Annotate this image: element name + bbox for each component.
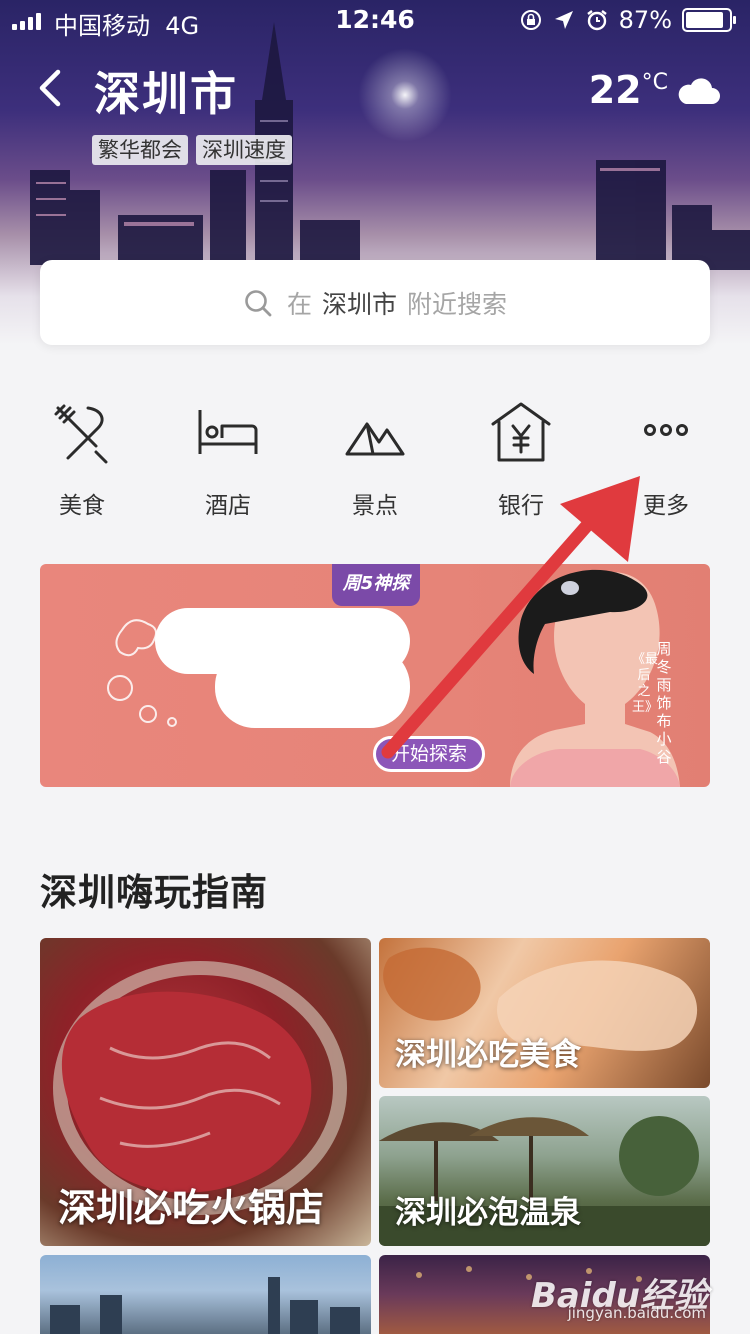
promo-banner[interactable]: 周5神探 开始探索 周冬雨 饰 布小谷 《最后之王》 <box>40 564 710 787</box>
category-more[interactable]: 更多 <box>606 390 726 520</box>
mountain-icon <box>345 422 405 456</box>
city-tag: 繁华都会 <box>92 135 188 165</box>
baidu-watermark-url: jingyan.baidu.com <box>567 1304 706 1322</box>
guide-tile-food[interactable]: 深圳必吃美食 <box>379 938 710 1088</box>
tile-caption: 深圳必吃美食 <box>395 1037 581 1073</box>
fork-knife-icon <box>54 404 108 464</box>
banner-badge: 周5神探 <box>332 564 420 606</box>
status-bar: 中国移动 4G 12:46 87% <box>0 0 750 40</box>
search-prefix: 在 <box>286 289 312 319</box>
search-bar[interactable]: 在 深圳市 附近搜索 <box>40 260 710 345</box>
guide-section-title: 深圳嗨玩指南 <box>40 871 268 914</box>
location-arrow-icon <box>554 11 573 29</box>
category-row: 美食 酒店 景点 银行 更多 <box>0 390 750 520</box>
search-city: 深圳市 <box>321 289 397 319</box>
cloud-icon <box>678 78 720 104</box>
alarm-icon <box>586 10 607 31</box>
category-bank[interactable]: 银行 <box>461 390 581 520</box>
tile-caption: 深圳必吃火锅店 <box>58 1186 325 1230</box>
city-tags: 繁华都会 深圳速度 <box>92 135 292 165</box>
banner-film-title: 《最后之王》 <box>632 652 659 715</box>
bank-icon <box>491 402 551 462</box>
temperature-value: 22 <box>588 68 642 112</box>
guide-tile-hotspring[interactable]: 深圳必泡温泉 <box>379 1096 710 1246</box>
bed-icon <box>198 410 258 454</box>
back-arrow-icon[interactable] <box>30 62 80 114</box>
guide-tile-hotpot[interactable]: 深圳必吃火锅店 <box>40 938 371 1246</box>
battery-icon <box>682 8 736 32</box>
start-explore-button[interactable]: 开始探索 <box>373 736 485 772</box>
search-placeholder: 附近搜索 <box>407 289 508 319</box>
city-photo <box>50 1277 360 1334</box>
category-scenic[interactable]: 景点 <box>315 390 435 520</box>
redaction-blob <box>215 646 410 728</box>
more-dots-icon <box>644 424 688 436</box>
tile-caption: 深圳必泡温泉 <box>395 1195 581 1231</box>
category-food[interactable]: 美食 <box>22 390 142 520</box>
guide-tile-city[interactable] <box>40 1255 371 1334</box>
weather-widget[interactable]: 22 °C <box>589 68 720 112</box>
battery-percent: 87% <box>618 6 672 34</box>
temperature-unit: °C <box>641 70 668 95</box>
category-hotel[interactable]: 酒店 <box>168 390 288 520</box>
rotation-lock-icon <box>520 10 541 30</box>
search-icon <box>245 289 272 316</box>
page-title: 深圳市 <box>94 67 238 121</box>
city-tag: 深圳速度 <box>196 135 292 165</box>
